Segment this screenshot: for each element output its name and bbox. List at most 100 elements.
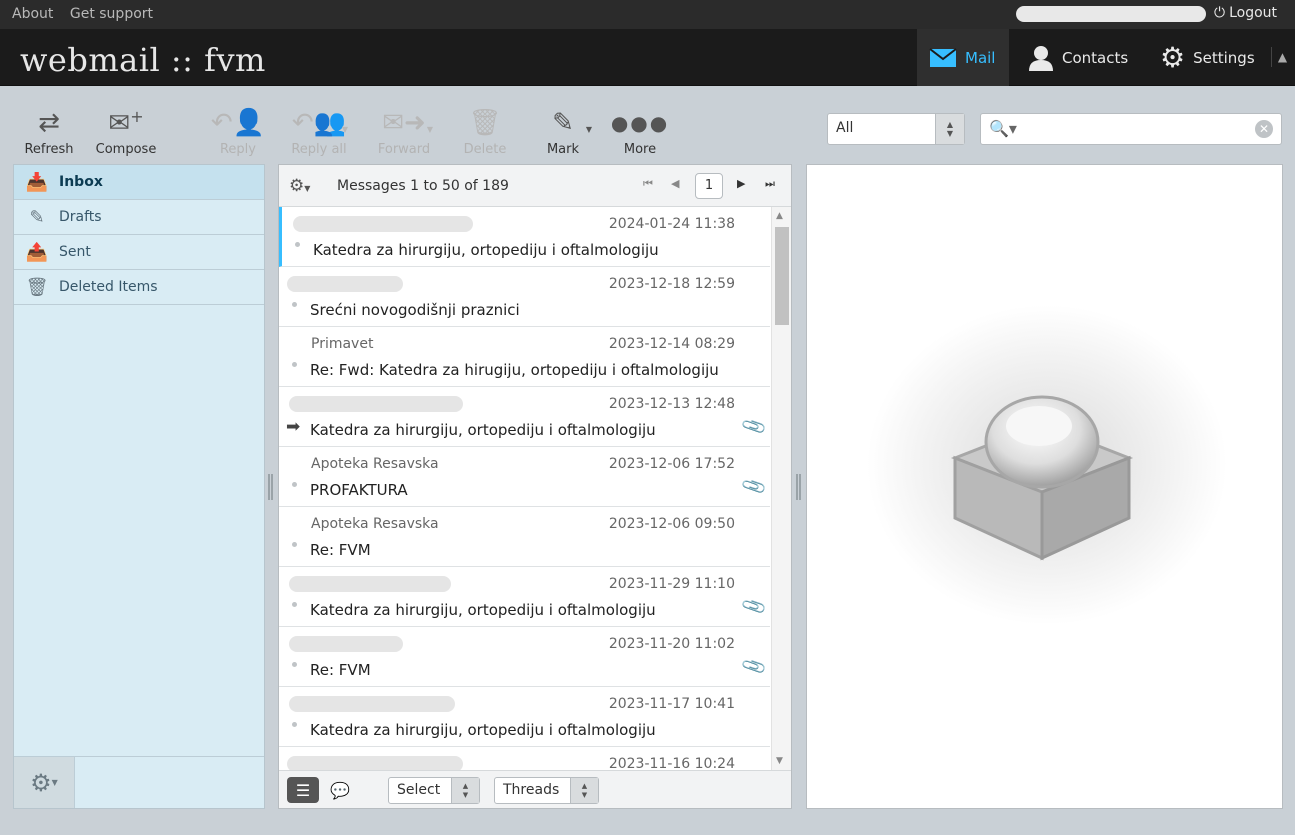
threads-menu[interactable]: Threads ▲ ▼ bbox=[494, 777, 599, 804]
task-contacts[interactable]: Contacts bbox=[1016, 29, 1146, 86]
message-row[interactable]: 2023-11-20 11:02 Re: FVM 📎 bbox=[279, 627, 770, 687]
message-row[interactable]: Apoteka Resavska 2023-12-06 17:52 PROFAK… bbox=[279, 447, 770, 507]
splitter-handle[interactable] bbox=[268, 474, 273, 500]
more-button[interactable]: ●●● More bbox=[605, 104, 675, 157]
sender-redacted bbox=[289, 696, 455, 712]
message-row[interactable]: 2023-11-29 11:10 Katedra za hirurgiju, o… bbox=[279, 567, 770, 627]
task-settings-label: Settings bbox=[1193, 48, 1255, 67]
mark-button[interactable]: ✎ ▼ Mark bbox=[528, 104, 598, 157]
forward-button[interactable]: ✉➜ ▼ Forward bbox=[369, 104, 439, 157]
folder-sent[interactable]: 📤 Sent bbox=[14, 235, 264, 270]
search-icon[interactable]: 🔍▾ bbox=[989, 119, 1017, 138]
splitter-handle[interactable] bbox=[796, 474, 801, 500]
username-redacted bbox=[1016, 6, 1206, 22]
power-icon: ⏻ bbox=[1214, 5, 1226, 21]
message-date: 2024-01-24 11:38 bbox=[608, 216, 735, 232]
message-date: 2023-11-17 10:41 bbox=[608, 696, 735, 712]
status-dot-icon bbox=[292, 362, 297, 367]
select-menu[interactable]: Select ▲ ▼ bbox=[388, 777, 480, 804]
scrollbar-thumb[interactable] bbox=[775, 227, 789, 325]
message-subject: Re: FVM bbox=[310, 541, 371, 559]
list-options-gear-icon[interactable]: ⚙▼ bbox=[289, 176, 310, 196]
more-icon: ●●● bbox=[610, 111, 670, 135]
folder-label: Sent bbox=[59, 244, 91, 260]
trash-icon: 🗑 bbox=[468, 108, 502, 138]
mark-label: Mark bbox=[546, 142, 580, 157]
list-view-button[interactable]: ☰ bbox=[287, 777, 319, 803]
attachment-icon: 📎 bbox=[740, 653, 769, 681]
previous-page-icon[interactable]: ◀ bbox=[671, 177, 679, 190]
search-box[interactable]: 🔍▾ ✕ bbox=[980, 113, 1282, 145]
status-dot-icon bbox=[295, 242, 300, 247]
reply-label: Reply bbox=[219, 142, 256, 157]
task-mail[interactable]: Mail bbox=[917, 29, 1009, 86]
reply-all-icon: ↶👥 bbox=[291, 108, 347, 138]
conversation-icon: 💬 bbox=[330, 780, 350, 800]
get-support-link[interactable]: Get support bbox=[70, 6, 153, 22]
sender-redacted bbox=[289, 576, 451, 592]
delete-label: Delete bbox=[463, 142, 507, 157]
gear-icon: ⚙ bbox=[30, 768, 52, 797]
scroll-down-icon[interactable]: ▼ bbox=[776, 756, 783, 766]
page-number-input[interactable]: 1 bbox=[695, 173, 723, 199]
next-page-icon[interactable]: ▶ bbox=[737, 177, 745, 190]
top-bar: About Get support ⏻ Logout bbox=[0, 0, 1295, 29]
thread-view-button[interactable]: 💬 bbox=[324, 777, 356, 803]
folder-inbox[interactable]: 📥 Inbox bbox=[14, 165, 264, 200]
compose-icon: ✉+ bbox=[108, 107, 144, 139]
task-settings[interactable]: ⚙ Settings bbox=[1148, 29, 1270, 86]
header-collapse-button[interactable]: ▲ bbox=[1271, 47, 1293, 67]
filter-select[interactable]: All ▲ ▼ bbox=[827, 113, 965, 145]
folder-deleted-items[interactable]: 🗑 Deleted Items bbox=[14, 270, 264, 305]
logout-button[interactable]: ⏻ Logout bbox=[1214, 5, 1277, 21]
message-subject: Re: FVM bbox=[310, 661, 371, 679]
message-subject: Katedra za hirurgiju, ortopediju i oftal… bbox=[310, 601, 656, 619]
message-row[interactable]: 2024-01-24 11:38 Katedra za hirurgiju, o… bbox=[279, 207, 770, 267]
folder-options-button[interactable]: ⚙ ▼ bbox=[14, 757, 75, 808]
folder-label: Inbox bbox=[59, 174, 103, 190]
message-date: 2023-12-18 12:59 bbox=[608, 276, 735, 292]
reply-icon: ↶👤 bbox=[210, 108, 266, 138]
scroll-up-icon[interactable]: ▲ bbox=[776, 211, 783, 221]
chevron-down-icon: ▼ bbox=[51, 778, 58, 787]
sender-redacted bbox=[289, 636, 403, 652]
status-dot-icon bbox=[292, 302, 297, 307]
first-page-icon[interactable]: ⏮ bbox=[643, 177, 653, 191]
reply-all-button[interactable]: ↶👥 ▼ Reply all bbox=[284, 104, 354, 157]
marker-icon: ✎ bbox=[552, 108, 574, 138]
message-list-scrollbar[interactable]: ▲ ▼ bbox=[771, 207, 791, 770]
message-row[interactable]: Apoteka Resavska 2023-12-06 09:50 Re: FV… bbox=[279, 507, 770, 567]
sender-redacted bbox=[289, 396, 463, 412]
message-date: 2023-11-29 11:10 bbox=[608, 576, 735, 592]
task-contacts-label: Contacts bbox=[1062, 48, 1129, 67]
message-row[interactable]: Primavet 2023-12-14 08:29 Re: Fwd: Kated… bbox=[279, 327, 770, 387]
message-date: 2023-11-20 11:02 bbox=[608, 636, 735, 652]
about-link[interactable]: About bbox=[12, 6, 53, 22]
message-row[interactable]: 2023-12-18 12:59 Srećni novogodišnji pra… bbox=[279, 267, 770, 327]
list-icon: ☰ bbox=[295, 780, 311, 800]
reply-button[interactable]: ↶👤 Reply bbox=[203, 104, 273, 157]
select-label: Select bbox=[397, 782, 441, 798]
refresh-button[interactable]: ⇄ Refresh bbox=[14, 104, 84, 157]
message-row[interactable]: 2023-12-13 12:48 ➡ Katedra za hirurgiju,… bbox=[279, 387, 770, 447]
sender-redacted bbox=[287, 276, 403, 292]
folder-drafts[interactable]: ✎ Drafts bbox=[14, 200, 264, 235]
clear-search-icon[interactable]: ✕ bbox=[1255, 120, 1273, 138]
delete-button[interactable]: 🗑 Delete bbox=[450, 104, 520, 157]
message-row[interactable]: 2023-11-17 10:41 Katedra za hirurgiju, o… bbox=[279, 687, 770, 747]
attachment-icon: 📎 bbox=[740, 413, 769, 441]
message-subject: Re: Fwd: Katedra za hirugiju, ortopediju… bbox=[310, 361, 719, 379]
message-date: 2023-12-13 12:48 bbox=[608, 396, 735, 412]
folder-footer: ⚙ ▼ bbox=[14, 756, 264, 808]
logo: webmail :: fvm bbox=[20, 41, 266, 79]
more-label: More bbox=[623, 142, 657, 157]
folder-label: Deleted Items bbox=[59, 279, 158, 295]
reply-all-label: Reply all bbox=[291, 142, 347, 157]
status-dot-icon bbox=[292, 662, 297, 667]
gear-icon: ⚙ bbox=[1160, 41, 1186, 74]
status-dot-icon bbox=[292, 602, 297, 607]
compose-button[interactable]: ✉+ Compose bbox=[91, 104, 161, 157]
message-subject: Katedra za hirurgiju, ortopediju i oftal… bbox=[313, 241, 659, 259]
last-page-icon[interactable]: ⏭ bbox=[765, 177, 775, 191]
forward-icon: ✉➜ bbox=[382, 108, 426, 138]
